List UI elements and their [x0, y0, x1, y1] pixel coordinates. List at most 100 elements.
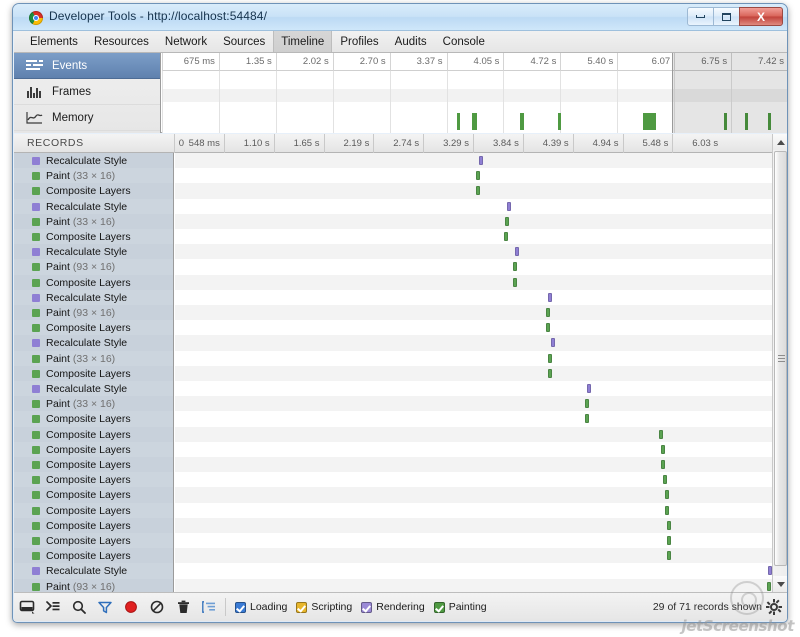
record-row-track[interactable] [175, 213, 772, 229]
record-event-bar[interactable] [503, 232, 508, 241]
record-row-track[interactable] [175, 457, 772, 473]
record-event-bar[interactable] [548, 368, 553, 378]
record-row-label[interactable]: Recalculate Style [14, 381, 173, 397]
record-event-bar[interactable] [475, 186, 480, 196]
tab-elements[interactable]: Elements [22, 31, 86, 52]
record-event-bar[interactable] [659, 429, 664, 439]
record-event-bar[interactable] [475, 171, 480, 181]
record-row-track[interactable] [175, 563, 772, 579]
checkbox-loading[interactable] [235, 601, 246, 613]
tab-timeline[interactable]: Timeline [273, 31, 333, 52]
scroll-down-arrow-icon[interactable] [773, 576, 787, 592]
record-row-label[interactable]: Paint (33 × 16) [14, 396, 173, 413]
record-row-track[interactable] [175, 350, 772, 366]
record-row-track[interactable] [175, 502, 772, 518]
record-event-bar[interactable] [546, 323, 551, 333]
records-vertical-scrollbar[interactable] [772, 134, 787, 592]
record-event-bar[interactable] [513, 277, 518, 287]
record-row-label[interactable]: Composite Layers [14, 411, 173, 428]
checkbox-painting[interactable] [433, 601, 445, 613]
record-event-bar[interactable] [587, 384, 592, 393]
record-row-track[interactable] [175, 183, 772, 199]
record-row-track[interactable] [175, 426, 772, 442]
record-row-track[interactable] [175, 198, 772, 214]
record-event-bar[interactable] [546, 308, 551, 317]
record-event-bar[interactable] [667, 551, 672, 561]
record-row-label[interactable]: Composite Layers [14, 457, 173, 473]
filter-painting[interactable]: Painting [433, 601, 487, 613]
record-event-bar[interactable] [667, 520, 672, 530]
record-row-track[interactable] [175, 411, 772, 427]
record-row-label[interactable]: Composite Layers [14, 502, 173, 519]
record-row-label[interactable]: Composite Layers [14, 426, 173, 443]
clear-button[interactable] [144, 594, 170, 621]
record-row-label[interactable]: Recalculate Style [14, 563, 173, 580]
record-event-bar[interactable] [550, 338, 555, 348]
checkbox-scripting[interactable] [296, 601, 308, 613]
record-row-track[interactable] [175, 274, 772, 290]
view-mode-button[interactable] [196, 594, 222, 621]
record-row-track[interactable] [175, 335, 772, 351]
checkbox-rendering[interactable] [361, 601, 373, 613]
record-event-bar[interactable] [585, 399, 590, 409]
record-event-bar[interactable] [661, 444, 666, 454]
filter-rendering[interactable]: Rendering [361, 601, 425, 613]
record-row-label[interactable]: Composite Layers [14, 487, 173, 504]
record-row-label[interactable]: Paint (93 × 16) [14, 305, 173, 321]
tab-profiles[interactable]: Profiles [332, 31, 386, 52]
record-row-label[interactable]: Paint (93 × 16) [14, 578, 173, 592]
record-event-bar[interactable] [667, 536, 672, 545]
record-row-label[interactable]: Composite Layers [14, 183, 173, 200]
toggle-sidebar-button[interactable] [40, 594, 66, 621]
scrollbar-thumb[interactable] [774, 151, 787, 566]
record-event-bar[interactable] [665, 505, 670, 515]
record-row-label[interactable]: Composite Layers [14, 320, 173, 337]
tab-console[interactable]: Console [435, 31, 493, 52]
record-row-label[interactable]: Composite Layers [14, 274, 173, 291]
record-row-label[interactable]: Composite Layers [14, 441, 173, 458]
record-row-track[interactable] [175, 381, 772, 397]
record-event-bar[interactable] [665, 490, 670, 500]
tab-sources[interactable]: Sources [215, 31, 273, 52]
tab-audits[interactable]: Audits [387, 31, 435, 52]
record-event-bar[interactable] [513, 262, 518, 272]
tab-network[interactable]: Network [157, 31, 215, 52]
record-event-bar[interactable] [767, 581, 772, 591]
record-row-track[interactable] [175, 365, 772, 381]
record-event-bar[interactable] [505, 216, 510, 226]
minimize-button[interactable] [687, 7, 714, 26]
record-row-track[interactable] [175, 153, 772, 169]
record-row-label[interactable]: Recalculate Style [14, 244, 173, 261]
overview-item-memory[interactable]: Memory [14, 105, 160, 131]
record-event-bar[interactable] [506, 201, 511, 211]
maximize-button[interactable] [713, 7, 740, 26]
record-row-track[interactable] [175, 472, 772, 488]
record-event-bar[interactable] [661, 460, 666, 469]
dock-to-window-button[interactable] [14, 594, 40, 621]
overview-graph[interactable]: 675 ms 1.35 s 2.02 s 2.70 s 3.37 s 4.05 s 4.72… [162, 53, 787, 133]
overview-dimmed-region[interactable] [672, 53, 787, 133]
record-row-track[interactable] [175, 168, 772, 184]
record-event-bar[interactable] [514, 247, 519, 257]
record-row-label[interactable]: Recalculate Style [14, 335, 173, 352]
record-row-label[interactable]: Composite Layers [14, 365, 173, 382]
close-button[interactable]: X [739, 7, 783, 26]
record-row-track[interactable] [175, 533, 772, 549]
search-button[interactable] [66, 594, 92, 621]
record-row-track[interactable] [175, 578, 772, 592]
record-row-label[interactable]: Recalculate Style [14, 153, 173, 169]
record-row-label[interactable]: Paint (33 × 16) [14, 350, 173, 367]
record-row-track[interactable] [175, 289, 772, 305]
record-row-label[interactable]: Recalculate Style [14, 289, 173, 306]
filter-button[interactable] [92, 594, 118, 621]
record-row-label[interactable]: Paint (93 × 16) [14, 259, 173, 276]
record-event-bar[interactable] [662, 475, 667, 485]
record-row-label[interactable]: Paint (33 × 16) [14, 168, 173, 185]
record-event-bar[interactable] [478, 156, 483, 165]
filter-scripting[interactable]: Scripting [296, 601, 352, 613]
record-event-bar[interactable] [548, 353, 553, 363]
scroll-up-arrow-icon[interactable] [773, 134, 787, 150]
record-row-label[interactable]: Composite Layers [14, 533, 173, 549]
overview-item-events[interactable]: Events [14, 53, 160, 79]
filter-loading[interactable]: Loading [235, 601, 287, 613]
